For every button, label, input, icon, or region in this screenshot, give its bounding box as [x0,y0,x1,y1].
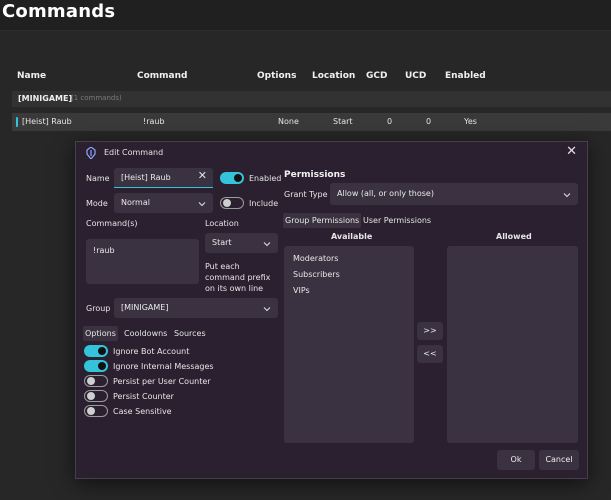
add-permission-button[interactable]: >> [417,322,443,340]
enabled-label: Enabled [249,174,282,183]
location-value: Start [212,238,232,247]
mode-select[interactable]: Normal [114,193,213,213]
commands-textarea[interactable]: !raub [86,239,199,284]
group-select[interactable]: [MINIGAME] [114,298,278,318]
option-label: Case Sensitive [113,407,172,416]
grant-type-label: Grant Type [284,190,328,199]
name-label: Name [86,174,110,183]
enabled-toggle[interactable] [220,172,244,184]
tab-group-permissions[interactable]: Group Permissions [283,213,362,228]
selection-indicator [16,117,18,127]
close-icon[interactable]: ✕ [566,145,577,158]
location-label: Location [205,219,239,228]
header-enabled[interactable]: Enabled [445,71,486,81]
option-label: Persist Counter [113,392,174,401]
group-label: Group [86,304,111,313]
option-label: Persist per User Counter [113,377,211,386]
available-list[interactable]: Moderators Subscribers VIPs [284,246,414,443]
row-ucd: 0 [426,117,432,126]
group-value: [MINIGAME] [121,303,169,312]
case-sensitive-toggle[interactable] [84,405,108,417]
include-toggle[interactable] [220,197,244,209]
ok-button[interactable]: Ok [497,450,535,470]
remove-permission-button[interactable]: << [417,345,443,363]
group-name: [MINIGAME] [18,94,73,103]
app-icon [86,147,96,159]
mode-value: Normal [121,198,150,207]
chevron-down-icon [563,193,571,198]
chevron-down-icon [263,242,271,247]
table-row[interactable]: [Heist] Raub !raub None Start 0 0 Yes [12,113,611,131]
list-item[interactable]: VIPs [293,286,310,295]
mode-label: Mode [86,199,108,208]
chevron-down-icon [198,202,206,207]
chevron-down-icon [263,307,271,312]
row-enabled: Yes [464,117,477,126]
option-label: Ignore Internal Messages [113,362,214,371]
commands-label: Command(s) [86,219,138,228]
tab-options[interactable]: Options [83,326,118,341]
row-location: Start [333,117,353,126]
row-name: [Heist] Raub [22,117,72,126]
page-title: Commands [2,1,116,22]
header-command[interactable]: Command [137,71,187,81]
commands-value: !raub [93,246,115,255]
group-row[interactable]: [MINIGAME] (1 commands) [12,91,611,107]
row-gcd: 0 [387,117,393,126]
clear-icon[interactable]: ✕ [198,170,207,181]
header-ucd[interactable]: UCD [405,71,426,81]
name-input[interactable]: [Heist] Raub ✕ [114,168,213,188]
row-command: !raub [143,117,165,126]
edit-command-dialog: Edit Command ✕ Name [Heist] Raub ✕ Enabl… [75,141,588,479]
list-item[interactable]: Moderators [293,254,338,263]
header-location[interactable]: Location [312,71,355,81]
permissions-title: Permissions [284,170,346,180]
name-value: [Heist] Raub [121,173,171,182]
location-select[interactable]: Start [205,233,278,253]
location-hint: Put each command prefix on its own line [205,262,271,293]
tab-cooldowns[interactable]: Cooldowns [122,326,169,341]
tab-sources[interactable]: Sources [172,326,208,341]
option-label: Ignore Bot Account [113,347,190,356]
include-label: Include [249,199,279,208]
persist-user-counter-toggle[interactable] [84,375,108,387]
tab-user-permissions[interactable]: User Permissions [361,213,433,228]
cancel-button[interactable]: Cancel [539,450,579,470]
allowed-label: Allowed [496,232,532,241]
header-options[interactable]: Options [257,71,296,81]
ignore-bot-toggle[interactable] [84,345,108,357]
list-item[interactable]: Subscribers [293,270,340,279]
row-options: None [278,117,299,126]
grant-type-value: Allow (all, or only those) [337,189,434,198]
persist-counter-toggle[interactable] [84,390,108,402]
ignore-internal-toggle[interactable] [84,360,108,372]
group-count: (1 commands) [71,94,122,102]
header-gcd[interactable]: GCD [366,71,387,81]
available-label: Available [331,232,373,241]
header-name[interactable]: Name [17,71,46,81]
grant-type-select[interactable]: Allow (all, or only those) [330,183,578,205]
dialog-title: Edit Command [104,148,164,157]
allowed-list[interactable] [447,246,578,443]
